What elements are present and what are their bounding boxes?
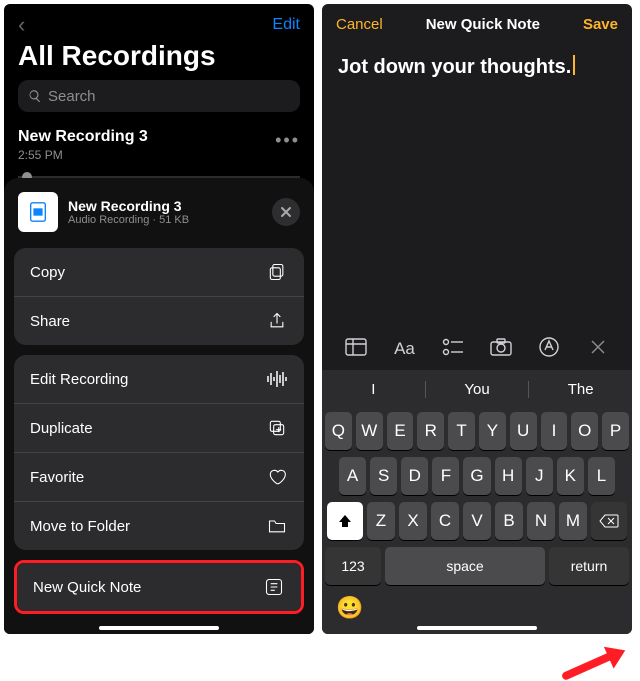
format-toolbar: Aa xyxy=(322,328,632,370)
cancel-button[interactable]: Cancel xyxy=(336,16,383,33)
notes-quick-note-screen: Cancel New Quick Note Save Jot down your… xyxy=(322,4,632,634)
key[interactable]: K xyxy=(557,457,584,495)
file-thumbnail-icon xyxy=(18,192,58,232)
text-caret xyxy=(573,55,575,75)
key[interactable]: C xyxy=(431,502,459,540)
quick-note-icon xyxy=(263,576,285,598)
keyboard: I You The Q W E R T Y U I O P A xyxy=(322,370,632,634)
camera-icon[interactable] xyxy=(486,338,516,361)
markup-icon[interactable] xyxy=(534,337,564,362)
back-chevron-icon[interactable]: ‹ xyxy=(18,12,25,38)
search-input[interactable]: Search xyxy=(18,80,300,112)
key[interactable]: E xyxy=(387,412,414,450)
more-icon[interactable]: ••• xyxy=(275,130,300,151)
space-key[interactable]: space xyxy=(385,547,545,585)
folder-icon xyxy=(266,515,288,537)
prediction[interactable]: You xyxy=(425,381,529,398)
action-copy[interactable]: Copy xyxy=(14,248,304,296)
note-editor[interactable]: Jot down your thoughts. xyxy=(322,39,632,95)
action-edit-recording[interactable]: Edit Recording xyxy=(14,355,304,403)
key[interactable]: Z xyxy=(367,502,395,540)
action-share[interactable]: Share xyxy=(14,296,304,345)
key-row: Z X C V B N M xyxy=(325,502,629,540)
share-icon xyxy=(266,310,288,332)
search-icon xyxy=(28,89,42,103)
key[interactable]: W xyxy=(356,412,383,450)
close-toolbar-icon[interactable] xyxy=(583,339,613,360)
search-placeholder: Search xyxy=(48,88,96,105)
home-indicator[interactable] xyxy=(99,626,219,630)
action-move-to-folder[interactable]: Move to Folder xyxy=(14,501,304,550)
predictive-bar: I You The xyxy=(322,370,632,408)
note-body-text: Jot down your thoughts. xyxy=(338,56,571,78)
text-format-icon[interactable]: Aa xyxy=(389,339,419,359)
save-button[interactable]: Save xyxy=(583,16,618,33)
duplicate-icon xyxy=(266,417,288,439)
key[interactable]: M xyxy=(559,502,587,540)
table-icon[interactable] xyxy=(341,338,371,361)
key[interactable]: X xyxy=(399,502,427,540)
key[interactable]: R xyxy=(417,412,444,450)
key[interactable]: H xyxy=(495,457,522,495)
checklist-icon[interactable] xyxy=(438,338,468,361)
copy-icon xyxy=(266,261,288,283)
prediction[interactable]: I xyxy=(322,381,425,398)
recording-time: 2:55 PM xyxy=(18,148,148,162)
key[interactable]: P xyxy=(602,412,629,450)
home-indicator[interactable] xyxy=(417,626,537,630)
numbers-key[interactable]: 123 xyxy=(325,547,381,585)
key[interactable]: N xyxy=(527,502,555,540)
modal-title: New Quick Note xyxy=(426,16,540,33)
emoji-key-icon[interactable]: 😀 xyxy=(336,595,363,621)
key[interactable]: O xyxy=(571,412,598,450)
key[interactable]: I xyxy=(541,412,568,450)
backspace-key-icon[interactable] xyxy=(591,502,627,540)
action-new-quick-note[interactable]: New Quick Note xyxy=(17,563,301,611)
recording-title: New Recording 3 xyxy=(18,128,148,146)
key[interactable]: V xyxy=(463,502,491,540)
edit-button[interactable]: Edit xyxy=(272,16,300,34)
key[interactable]: Q xyxy=(325,412,352,450)
action-duplicate[interactable]: Duplicate xyxy=(14,403,304,452)
key-row: A S D F G H J K L xyxy=(325,457,629,495)
shift-key-icon[interactable] xyxy=(327,502,363,540)
share-title: New Recording 3 xyxy=(68,198,189,214)
key-row: 123 space return xyxy=(325,547,629,585)
share-subtitle: Audio Recording · 51 KB xyxy=(68,214,189,226)
return-key[interactable]: return xyxy=(549,547,629,585)
key[interactable]: J xyxy=(526,457,553,495)
key-row: Q W E R T Y U I O P xyxy=(325,412,629,450)
close-icon[interactable] xyxy=(272,198,300,226)
prediction[interactable]: The xyxy=(528,381,632,398)
highlight-box: New Quick Note xyxy=(14,560,304,614)
key[interactable]: G xyxy=(463,457,490,495)
key[interactable]: F xyxy=(432,457,459,495)
share-sheet: New Recording 3 Audio Recording · 51 KB … xyxy=(4,178,314,634)
key[interactable]: U xyxy=(510,412,537,450)
key[interactable]: D xyxy=(401,457,428,495)
key[interactable]: A xyxy=(339,457,366,495)
page-title: All Recordings xyxy=(4,40,314,80)
key[interactable]: T xyxy=(448,412,475,450)
key[interactable]: Y xyxy=(479,412,506,450)
action-favorite[interactable]: Favorite xyxy=(14,452,304,501)
key[interactable]: B xyxy=(495,502,523,540)
heart-icon xyxy=(266,466,288,488)
waveform-icon xyxy=(266,368,288,390)
voice-memos-screen: ‹ Edit All Recordings Search New Recordi… xyxy=(4,4,314,634)
key[interactable]: L xyxy=(588,457,615,495)
key[interactable]: S xyxy=(370,457,397,495)
